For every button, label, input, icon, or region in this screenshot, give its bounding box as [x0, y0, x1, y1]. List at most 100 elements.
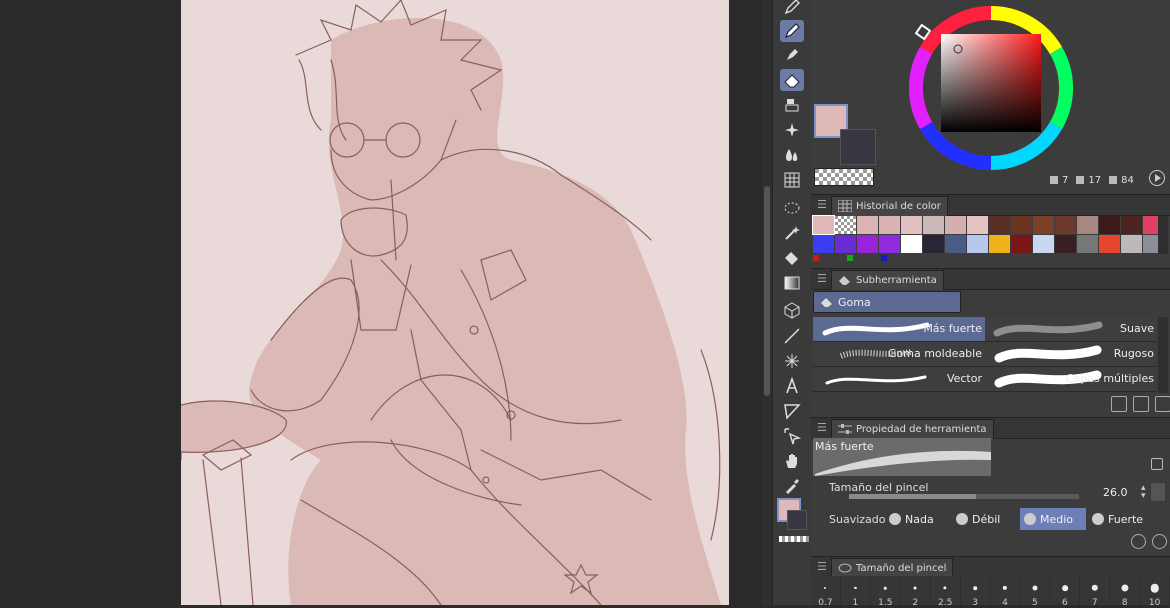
menu-icon[interactable]: ☰ — [817, 198, 827, 211]
tab-brush-size[interactable]: Tamaño del pincel — [831, 558, 954, 578]
sparkle-icon[interactable] — [780, 119, 804, 141]
stabilization-option-fuerte[interactable]: Fuerte — [1088, 508, 1154, 530]
fill-drop-icon[interactable] — [780, 144, 804, 166]
brush-size-preset[interactable]: 2.5 — [930, 576, 961, 608]
history-swatch[interactable] — [923, 216, 944, 234]
history-swatch[interactable] — [835, 235, 856, 253]
brush-size-preset[interactable]: 5 — [1020, 576, 1051, 608]
transform-grid-icon[interactable] — [780, 169, 804, 191]
tab-tool-property[interactable]: Propiedad de herramienta — [831, 419, 994, 439]
history-swatch[interactable] — [1077, 235, 1098, 253]
stabilization-option-medio[interactable]: Medio — [1020, 508, 1086, 530]
brush-size-preset[interactable]: 1.5 — [870, 576, 901, 608]
subtool-item-capas-multiples[interactable]: Capas múltiples — [985, 367, 1157, 392]
lasso-select-icon[interactable] — [780, 197, 804, 219]
history-swatch[interactable] — [1077, 216, 1098, 234]
brush-size-preset[interactable]: 4 — [990, 576, 1021, 608]
subtool-item-vector[interactable]: Vector — [813, 367, 985, 392]
wrench-icon[interactable] — [1152, 534, 1167, 549]
transparent-color-swatch[interactable] — [814, 168, 874, 186]
history-swatch[interactable] — [901, 216, 922, 234]
history-swatch[interactable] — [1121, 235, 1142, 253]
history-swatch[interactable] — [1055, 216, 1076, 234]
history-swatch[interactable] — [857, 235, 878, 253]
history-swatch[interactable] — [813, 235, 834, 253]
subtool-item-mas-fuerte[interactable]: Más fuerte — [813, 317, 985, 342]
brush-size-preset[interactable]: 2 — [900, 576, 931, 608]
history-swatch[interactable] — [945, 235, 966, 253]
brush-size-preset[interactable]: 0.7 — [811, 576, 841, 608]
select-arrow-icon[interactable] — [780, 425, 804, 447]
subtool-group-tab[interactable]: Goma — [813, 291, 961, 313]
history-swatch[interactable] — [1033, 216, 1054, 234]
history-swatch[interactable] — [1055, 235, 1076, 253]
lock-icon[interactable] — [1151, 458, 1163, 470]
play-icon[interactable] — [1149, 170, 1165, 186]
history-swatch[interactable] — [923, 235, 944, 253]
history-swatch[interactable] — [879, 235, 900, 253]
fill-bucket-icon[interactable] — [780, 247, 804, 269]
toolbar-color-swatches[interactable] — [777, 498, 809, 542]
history-swatch[interactable] — [901, 235, 922, 253]
history-swatch[interactable] — [967, 235, 988, 253]
history-swatch[interactable] — [1033, 235, 1054, 253]
history-swatch[interactable] — [945, 216, 966, 234]
subtool-item-goma-moldeable[interactable]: Goma moldeable — [813, 342, 985, 367]
tab-color-history[interactable]: Historial de color — [831, 196, 948, 216]
history-swatch[interactable] — [989, 216, 1010, 234]
trash-icon[interactable] — [1155, 396, 1170, 412]
history-swatch[interactable] — [1011, 216, 1032, 234]
history-swatch[interactable] — [1121, 216, 1142, 234]
history-swatch[interactable] — [1011, 235, 1032, 253]
brush-size-preset[interactable]: 7 — [1080, 576, 1111, 608]
canvas-scrollbar-thumb[interactable] — [764, 186, 770, 396]
text-icon[interactable] — [780, 375, 804, 397]
brush-size-preset[interactable]: 3 — [960, 576, 991, 608]
subtool-scrollbar[interactable] — [1158, 317, 1168, 393]
menu-icon[interactable]: ☰ — [817, 421, 827, 434]
brush-size-spinner[interactable]: ▴ ▾ — [1141, 484, 1146, 501]
stabilization-option-debil[interactable]: Débil — [952, 508, 1018, 530]
toolbar-transparent-color[interactable] — [779, 536, 809, 542]
history-swatch[interactable] — [1099, 235, 1120, 253]
brush-size-preset[interactable]: 8 — [1110, 576, 1141, 608]
stabilization-option-nada[interactable]: Nada — [885, 508, 951, 530]
tab-subtool[interactable]: Subherramienta — [831, 270, 944, 290]
canvas-scrollbar[interactable] — [762, 0, 772, 605]
history-scrollbar[interactable] — [1158, 216, 1168, 254]
brush-size-dropdown-button[interactable] — [1151, 483, 1165, 501]
ruler-icon[interactable] — [780, 350, 804, 372]
magic-wand-icon[interactable] — [780, 222, 804, 244]
brush-size-preset[interactable]: 1 — [840, 576, 871, 608]
subtool-item-rugoso[interactable]: Rugoso — [985, 342, 1157, 367]
history-swatch[interactable] — [967, 216, 988, 234]
blend-icon[interactable] — [780, 94, 804, 116]
history-swatch[interactable] — [1099, 216, 1120, 234]
history-swatch[interactable] — [989, 235, 1010, 253]
history-swatch[interactable] — [812, 215, 835, 235]
brush-size-slider[interactable] — [849, 494, 1079, 499]
marker-icon[interactable] — [780, 44, 804, 66]
history-swatch[interactable] — [879, 216, 900, 234]
new-subtool-icon[interactable] — [1133, 396, 1149, 412]
settings-dial-icon[interactable] — [1131, 534, 1146, 549]
balloon-icon[interactable] — [780, 400, 804, 422]
color-wheel[interactable] — [901, 0, 1081, 176]
eyedropper-icon[interactable] — [780, 475, 804, 497]
line-icon[interactable] — [780, 325, 804, 347]
subtool-item-suave[interactable]: Suave — [985, 317, 1157, 342]
sub-color-swatch[interactable] — [840, 129, 876, 165]
toolbar-sub-color[interactable] — [787, 510, 807, 530]
menu-icon[interactable]: ☰ — [817, 560, 827, 573]
pen-icon[interactable] — [780, 0, 804, 18]
brush-size-preset[interactable]: 6 — [1050, 576, 1081, 608]
gradient-icon[interactable] — [780, 272, 804, 294]
copy-subtool-icon[interactable] — [1111, 396, 1127, 412]
pen-active-icon[interactable] — [780, 20, 804, 42]
3d-cube-icon[interactable] — [780, 299, 804, 321]
drawing-canvas[interactable] — [181, 0, 729, 605]
history-swatch[interactable] — [857, 216, 878, 234]
brush-size-preset[interactable]: 10 — [1140, 576, 1170, 608]
hand-icon[interactable] — [780, 450, 804, 472]
eraser-icon[interactable] — [780, 69, 804, 91]
